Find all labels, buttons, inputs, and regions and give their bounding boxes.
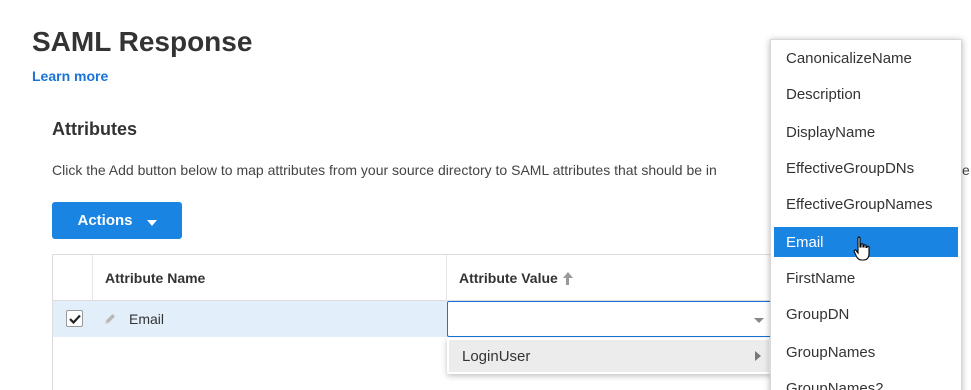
row-checkbox[interactable] bbox=[66, 310, 83, 327]
header-attribute-name-label: Attribute Name bbox=[105, 270, 206, 286]
attribute-dropdown-list[interactable]: CanonicalizeName Description DisplayName… bbox=[770, 39, 962, 390]
dropdown-item-label: GroupDN bbox=[786, 305, 850, 323]
page-title: SAML Response bbox=[32, 26, 253, 57]
attributes-section-title: Attributes bbox=[52, 119, 137, 139]
chevron-right-icon bbox=[755, 351, 761, 361]
header-attribute-name[interactable]: Attribute Name bbox=[93, 255, 447, 301]
attribute-value-select[interactable] bbox=[447, 301, 773, 337]
dropdown-item-label: EffectiveGroupNames bbox=[786, 195, 933, 213]
checkmark-icon bbox=[68, 314, 81, 324]
header-attribute-value-label: Attribute Value bbox=[459, 270, 558, 286]
pencil-icon[interactable] bbox=[103, 312, 117, 326]
dropdown-item-groupdn[interactable]: GroupDN bbox=[774, 299, 958, 329]
dropdown-item-label: FirstName bbox=[786, 269, 856, 287]
dropdown-item-label: Description bbox=[786, 85, 862, 103]
dropdown-item-label: GroupNames2 bbox=[786, 379, 884, 390]
dropdown-item-groupnames[interactable]: GroupNames bbox=[774, 337, 958, 367]
dropdown-item-firstname[interactable]: FirstName bbox=[774, 263, 958, 293]
dropdown-item-groupnames2[interactable]: GroupNames2 bbox=[774, 373, 958, 390]
header-attribute-value[interactable]: Attribute Value bbox=[447, 255, 813, 301]
dropdown-item-canonicalizename[interactable]: CanonicalizeName bbox=[774, 43, 958, 73]
submenu-item-label: LoginUser bbox=[462, 347, 531, 365]
row-attribute-name: Email bbox=[129, 311, 165, 327]
learn-more-link[interactable]: Learn more bbox=[32, 68, 108, 84]
dropdown-item-description[interactable]: Description bbox=[774, 79, 958, 109]
dropdown-item-label: EffectiveGroupDNs bbox=[786, 159, 915, 177]
hand-cursor-icon bbox=[853, 236, 870, 261]
chevron-down-icon bbox=[146, 219, 157, 226]
description-text: Click the Add button below to map attrib… bbox=[52, 162, 717, 178]
dropdown-item-label: CanonicalizeName bbox=[786, 49, 912, 67]
description-tail: e f bbox=[962, 162, 971, 178]
dropdown-item-label: Email bbox=[786, 233, 824, 251]
dropdown-item-displayname[interactable]: DisplayName bbox=[774, 117, 958, 147]
chevron-down-icon bbox=[754, 318, 764, 323]
actions-button-label: Actions bbox=[77, 212, 133, 229]
value-submenu: LoginUser bbox=[447, 338, 771, 374]
submenu-item-loginuser[interactable]: LoginUser bbox=[449, 340, 769, 372]
table-row[interactable]: Email bbox=[53, 301, 811, 337]
dropdown-item-effectivegroupnames[interactable]: EffectiveGroupNames bbox=[774, 189, 958, 219]
header-select-cell bbox=[53, 255, 93, 301]
sort-ascending-icon bbox=[562, 271, 573, 285]
dropdown-item-label: DisplayName bbox=[786, 123, 876, 141]
dropdown-item-label: GroupNames bbox=[786, 343, 876, 361]
table-header: Attribute Name Attribute Value bbox=[53, 255, 811, 301]
actions-button[interactable]: Actions bbox=[52, 202, 182, 239]
dropdown-item-effectivegroupdns[interactable]: EffectiveGroupDNs bbox=[774, 153, 958, 183]
